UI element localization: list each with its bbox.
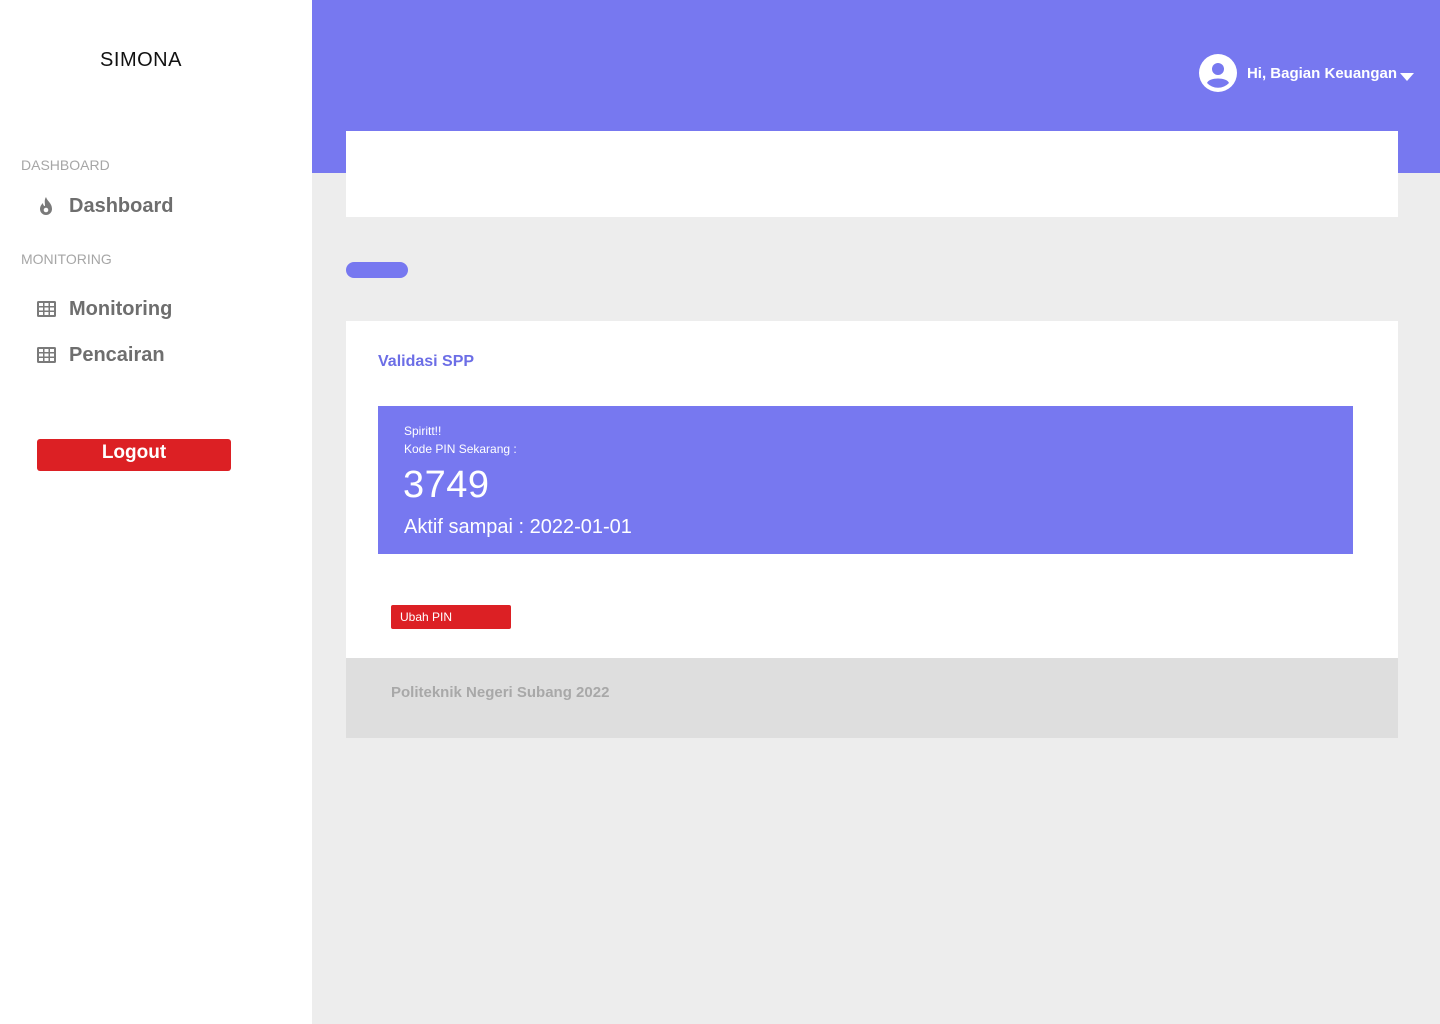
pin-greeting: Spiritt!! bbox=[404, 424, 442, 438]
sidebar-item-dashboard[interactable]: Dashboard bbox=[36, 191, 173, 221]
sidebar-item-pencairan[interactable]: Pencairan bbox=[36, 340, 165, 370]
pin-code: 3749 bbox=[403, 464, 490, 506]
sidebar-item-label: Dashboard bbox=[69, 194, 174, 217]
section-label-monitoring: MONITORING bbox=[21, 251, 112, 267]
app-title: SIMONA bbox=[100, 49, 182, 71]
accent-pill-button[interactable] bbox=[346, 262, 408, 278]
footer-text: Politeknik Negeri Subang 2022 bbox=[391, 684, 610, 701]
user-circle-icon bbox=[1198, 54, 1237, 92]
sidebar-item-label: Monitoring bbox=[69, 297, 173, 320]
validasi-spp-card: Validasi SPP Spiritt!! Kode PIN Sekarang… bbox=[346, 321, 1398, 658]
pin-active-until: Aktif sampai : 2022-01-01 bbox=[404, 516, 632, 538]
fire-icon bbox=[36, 196, 56, 216]
footer: Politeknik Negeri Subang 2022 bbox=[346, 658, 1398, 738]
pin-label: Kode PIN Sekarang : bbox=[404, 442, 517, 456]
table-icon bbox=[36, 345, 56, 365]
card-title: Validasi SPP bbox=[378, 353, 475, 370]
sidebar-item-monitoring[interactable]: Monitoring bbox=[36, 294, 172, 324]
section-label-dashboard: DASHBOARD bbox=[21, 157, 110, 173]
user-greeting: Hi, Bagian Keuangan bbox=[1246, 64, 1397, 82]
user-menu[interactable]: Hi, Bagian Keuangan bbox=[1198, 54, 1414, 92]
logout-button[interactable]: Logout bbox=[37, 439, 231, 471]
sidebar-item-label: Pencairan bbox=[69, 343, 165, 366]
change-pin-button[interactable]: Ubah PIN bbox=[391, 605, 511, 629]
table-icon bbox=[36, 299, 56, 319]
sidebar: SIMONA DASHBOARD Dashboard MONITORING Mo… bbox=[0, 0, 312, 1024]
pin-panel: Spiritt!! Kode PIN Sekarang : 3749 Aktif… bbox=[378, 406, 1353, 554]
caret-down-icon bbox=[1400, 69, 1414, 81]
header-card bbox=[346, 131, 1398, 217]
